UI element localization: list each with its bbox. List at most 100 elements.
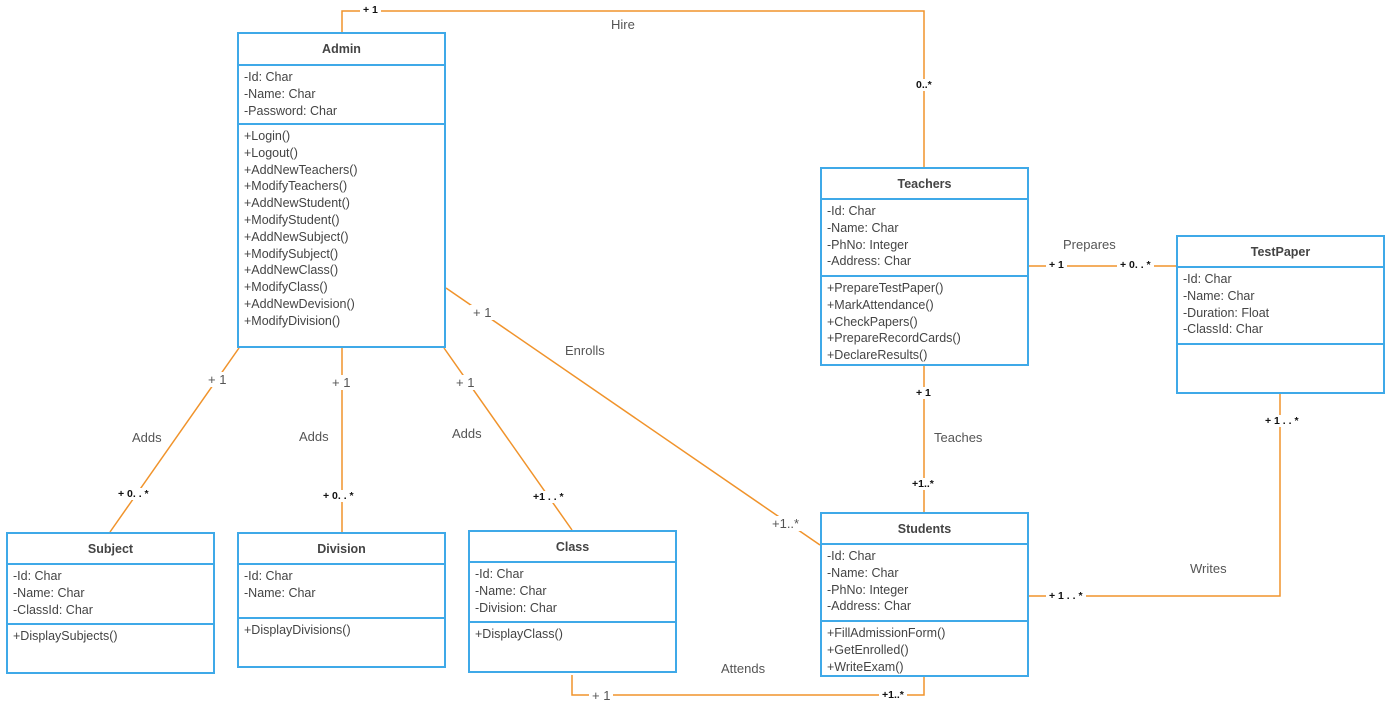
teaches-label: Teaches: [934, 430, 983, 445]
class-division-title: Division: [239, 534, 444, 565]
method-item: +WriteExam(): [827, 659, 904, 674]
enrolls-label: Enrolls: [565, 343, 605, 358]
attribute-item: -Id: Char: [475, 567, 524, 581]
class-class-methods: +DisplayClass(): [470, 621, 675, 671]
method-item: +FillAdmissionForm(): [827, 626, 946, 640]
class-teachers-title: Teachers: [822, 169, 1027, 200]
method-item: +GetEnrolled(): [827, 642, 909, 657]
class-class-title: Class: [470, 532, 675, 563]
attribute-item: -Duration: Float: [1183, 305, 1270, 320]
method-item: +PrepareRecordCards(): [827, 331, 961, 346]
method-item: +CheckPapers(): [827, 314, 918, 329]
adds-class-admin-multiplicity: + 1: [453, 375, 478, 390]
class-testpaper-attributes: -Id: Char -Name: Char -Duration: Float -Cla…: [1178, 268, 1383, 343]
attribute-item: -Name: Char: [244, 86, 316, 101]
class-testpaper-methods: [1178, 343, 1383, 392]
class-testpaper[interactable]: TestPaper -Id: Char -Name: Char -Duration:…: [1176, 235, 1385, 394]
attends-students-multiplicity: +1..*: [879, 689, 907, 701]
attribute-item: -Id: Char: [827, 549, 876, 563]
enrolls-line[interactable]: [445, 287, 821, 546]
adds-division-admin-multiplicity: + 1: [329, 375, 354, 390]
attribute-item: -PhNo: Integer: [827, 237, 909, 252]
class-students-attributes: -Id: Char -Name: Char -PhNo: Integer -Addre…: [822, 545, 1027, 620]
teaches-teachers-multiplicity: + 1: [913, 387, 934, 399]
attribute-item: -Password: Char: [244, 103, 338, 118]
method-item: +MarkAttendance(): [827, 297, 934, 312]
attribute-item: -Id: Char: [13, 569, 62, 583]
method-item: +DisplaySubjects(): [13, 629, 118, 643]
class-class-attributes: -Id: Char -Name: Char -Division: Char: [470, 563, 675, 621]
method-item: +Login(): [244, 129, 291, 143]
adds-class-label: Adds: [452, 426, 482, 441]
adds-division-division-multiplicity: + 0. . *: [320, 490, 357, 502]
class-admin-methods: +Login() +Logout() +AddNewTeachers() +Modif…: [239, 123, 444, 346]
adds-division-label: Adds: [299, 429, 329, 444]
enrolls-admin-multiplicity: + 1: [470, 305, 495, 320]
class-division-methods: +DisplayDivisions(): [239, 617, 444, 666]
method-item: +AddNewClass(): [244, 263, 339, 278]
class-teachers[interactable]: Teachers -Id: Char -Name: Char -PhNo: Inte…: [820, 167, 1029, 366]
class-subject-methods: +DisplaySubjects(): [8, 623, 213, 672]
class-admin-title: Admin: [239, 34, 444, 66]
writes-label: Writes: [1190, 561, 1227, 576]
hire-label: Hire: [611, 17, 635, 32]
attribute-item: -Division: Char: [475, 600, 557, 615]
method-item: +DisplayClass(): [475, 627, 563, 641]
class-admin[interactable]: Admin -Id: Char -Name: Char -Password: Cha…: [237, 32, 446, 348]
attribute-item: -Name: Char: [244, 585, 316, 600]
teaches-students-multiplicity: +1..*: [909, 478, 937, 490]
prepares-testpaper-multiplicity: + 0. . *: [1117, 259, 1154, 271]
writes-students-multiplicity: + 1 . . *: [1046, 590, 1086, 602]
class-teachers-attributes: -Id: Char -Name: Char -PhNo: Integer -Addre…: [822, 200, 1027, 275]
attribute-item: -ClassId: Char: [13, 602, 93, 617]
hire-admin-multiplicity: + 1: [360, 4, 381, 16]
class-class[interactable]: Class -Id: Char -Name: Char -Division: Cha…: [468, 530, 677, 673]
attribute-item: -Address: Char: [827, 599, 912, 614]
prepares-label: Prepares: [1063, 237, 1116, 252]
method-item: +PrepareTestPaper(): [827, 281, 944, 295]
class-subject[interactable]: Subject -Id: Char -Name: Char -ClassId: Ch…: [6, 532, 215, 674]
attribute-item: -Name: Char: [827, 565, 899, 580]
attribute-item: -Name: Char: [13, 585, 85, 600]
attribute-item: -Name: Char: [1183, 288, 1255, 303]
adds-subject-label: Adds: [132, 430, 162, 445]
class-students-methods: +FillAdmissionForm() +GetEnrolled() +Write…: [822, 620, 1027, 675]
attribute-item: -ClassId: Char: [1183, 322, 1263, 337]
writes-testpaper-multiplicity: + 1 . . *: [1262, 415, 1302, 427]
method-item: +ModifyStudent(): [244, 212, 340, 227]
class-students[interactable]: Students -Id: Char -Name: Char -PhNo: Inte…: [820, 512, 1029, 677]
method-item: +DisplayDivisions(): [244, 623, 351, 637]
enrolls-students-multiplicity: +1..*: [769, 516, 803, 531]
adds-class-class-multiplicity: +1 . . *: [530, 491, 567, 503]
attribute-item: -Id: Char: [244, 70, 293, 84]
attribute-item: -Name: Char: [827, 220, 899, 235]
method-item: +AddNewStudent(): [244, 196, 350, 211]
class-subject-title: Subject: [8, 534, 213, 565]
class-division-attributes: -Id: Char -Name: Char: [239, 565, 444, 617]
method-item: +AddNewTeachers(): [244, 162, 358, 177]
attribute-item: -Id: Char: [1183, 272, 1232, 286]
method-item: +DeclareResults(): [827, 348, 928, 363]
attribute-item: -PhNo: Integer: [827, 582, 909, 597]
method-item: +ModifyClass(): [244, 280, 328, 295]
attends-class-multiplicity: + 1: [589, 688, 614, 703]
method-item: +AddNewSubject(): [244, 229, 349, 244]
attends-label: Attends: [721, 661, 766, 676]
attribute-item: -Id: Char: [244, 569, 293, 583]
attends-line[interactable]: [571, 675, 925, 696]
attribute-item: -Name: Char: [475, 583, 547, 598]
method-item: +AddNewDevision(): [244, 296, 355, 311]
class-division[interactable]: Division -Id: Char -Name: Char +DisplayDi…: [237, 532, 446, 668]
method-item: +ModifyTeachers(): [244, 179, 348, 194]
writes-line[interactable]: [1029, 394, 1281, 597]
class-students-title: Students: [822, 514, 1027, 545]
adds-subject-admin-multiplicity: + 1: [205, 372, 230, 387]
method-item: +Logout(): [244, 145, 298, 160]
class-subject-attributes: -Id: Char -Name: Char -ClassId: Char: [8, 565, 213, 623]
adds-subject-subject-multiplicity: + 0. . *: [115, 488, 152, 500]
class-admin-attributes: -Id: Char -Name: Char -Password: Char: [239, 66, 444, 123]
prepares-teachers-multiplicity: + 1: [1046, 259, 1067, 271]
class-testpaper-title: TestPaper: [1178, 237, 1383, 268]
method-item: +ModifySubject(): [244, 246, 339, 261]
attribute-item: -Id: Char: [827, 204, 876, 218]
